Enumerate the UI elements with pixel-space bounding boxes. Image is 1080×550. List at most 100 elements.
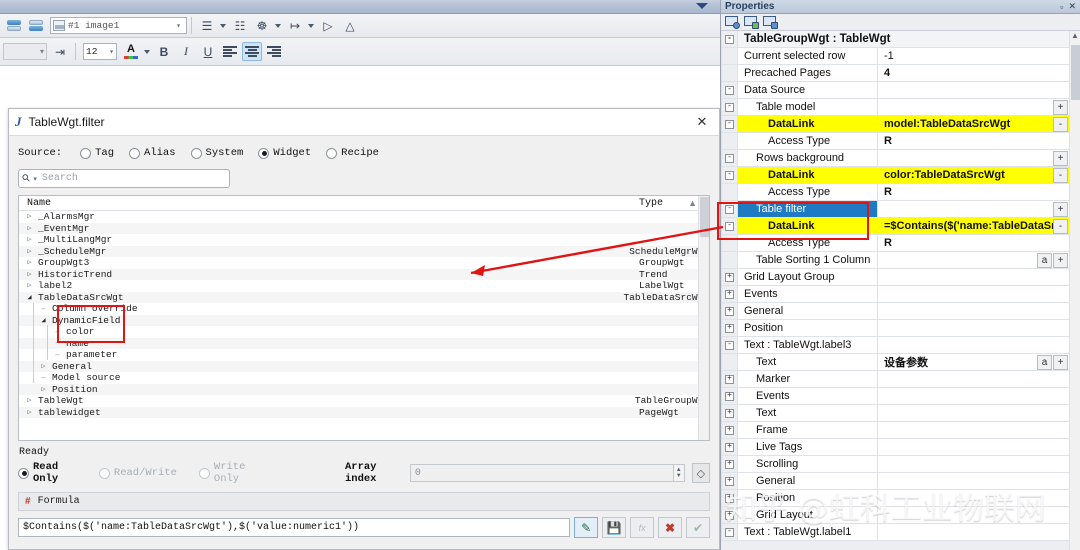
property-expander[interactable]: - bbox=[722, 337, 738, 353]
tree-row[interactable]: – Model source bbox=[19, 372, 709, 384]
tree-row[interactable]: – color bbox=[19, 326, 709, 338]
search-input[interactable]: ⚲ ▾ Search bbox=[18, 169, 230, 188]
collapse-icon[interactable]: - bbox=[725, 102, 734, 112]
tree-scrollbar[interactable] bbox=[698, 196, 709, 440]
property-value-cell[interactable] bbox=[907, 31, 1070, 47]
align-center-button[interactable] bbox=[242, 42, 262, 61]
property-value-cell[interactable]: + bbox=[878, 150, 1069, 166]
property-expander[interactable]: - bbox=[722, 99, 738, 115]
property-value-cell[interactable]: R bbox=[878, 133, 1069, 149]
chevron-down-icon[interactable]: ▾ bbox=[173, 21, 184, 31]
property-value-cell[interactable]: color:TableDataSrcWgt - bbox=[878, 167, 1069, 183]
property-row[interactable]: + Live Tags bbox=[722, 439, 1069, 456]
add-datalink-button[interactable]: + bbox=[1053, 252, 1068, 268]
tree-collapsed-icon[interactable]: ▷ bbox=[39, 362, 48, 371]
distribute-dropdown-icon[interactable] bbox=[273, 16, 282, 35]
alias-button[interactable]: a bbox=[1037, 354, 1052, 370]
property-value-cell[interactable]: -1 bbox=[878, 48, 1069, 64]
property-row[interactable]: + General bbox=[722, 303, 1069, 320]
property-expander[interactable]: + bbox=[722, 439, 738, 455]
property-value-cell[interactable] bbox=[878, 82, 1069, 98]
radio-read-write[interactable]: Read/Write bbox=[98, 467, 177, 479]
tree-row[interactable]: – name bbox=[19, 337, 709, 349]
tree-collapsed-icon[interactable]: ▷ bbox=[25, 235, 34, 244]
array-index-stepper[interactable]: ▲ ▼ bbox=[673, 464, 685, 482]
property-value-cell[interactable]: a + bbox=[878, 252, 1069, 268]
tree-collapsed-icon[interactable]: ▷ bbox=[25, 224, 34, 233]
tree-row[interactable]: ▷ _AlarmsMgr bbox=[19, 211, 709, 223]
save-formula-button[interactable]: 💾 bbox=[602, 517, 627, 538]
chevron-down-icon[interactable] bbox=[696, 3, 708, 9]
radio-source-widget[interactable]: Widget bbox=[258, 147, 311, 159]
pin-icon[interactable]: ▫ bbox=[1060, 2, 1063, 12]
image-selector-combo[interactable]: #1 image1 ▾ bbox=[50, 17, 187, 34]
add-datalink-button[interactable]: + bbox=[1053, 201, 1068, 217]
same-width-dropdown-icon[interactable] bbox=[306, 16, 315, 35]
property-expander[interactable]: + bbox=[722, 303, 738, 319]
property-expander[interactable]: - bbox=[722, 201, 738, 217]
collapse-icon[interactable]: - bbox=[725, 153, 734, 163]
align-right-button[interactable] bbox=[264, 42, 284, 61]
tree-collapsed-icon[interactable]: ▷ bbox=[39, 385, 48, 394]
property-row[interactable]: - Table model + bbox=[722, 99, 1069, 116]
scroll-up-icon[interactable]: ▲ bbox=[688, 198, 697, 208]
expand-icon[interactable]: + bbox=[725, 374, 734, 384]
property-value-cell[interactable] bbox=[878, 507, 1069, 523]
property-value-cell[interactable] bbox=[878, 422, 1069, 438]
bold-button[interactable]: B bbox=[154, 42, 174, 61]
underline-button[interactable]: U bbox=[198, 42, 218, 61]
expand-icon[interactable]: + bbox=[725, 459, 734, 469]
radio-write-only[interactable]: Write Only bbox=[198, 461, 263, 485]
property-value-cell[interactable] bbox=[878, 439, 1069, 455]
flip-icon[interactable]: ▷ bbox=[318, 16, 338, 35]
property-row[interactable]: + Position bbox=[722, 320, 1069, 337]
tree-row[interactable]: ▷ Position bbox=[19, 383, 709, 395]
property-value-cell[interactable] bbox=[878, 388, 1069, 404]
properties-scrollbar[interactable]: ▲ bbox=[1069, 31, 1080, 550]
expand-icon[interactable]: + bbox=[725, 510, 734, 520]
add-datalink-button[interactable]: + bbox=[1053, 150, 1068, 166]
property-row[interactable]: + Events bbox=[722, 286, 1069, 303]
expand-icon[interactable]: + bbox=[725, 323, 734, 333]
property-row[interactable]: + General bbox=[722, 473, 1069, 490]
fx-button[interactable]: fx bbox=[630, 517, 655, 538]
add-datalink-button[interactable]: + bbox=[1053, 354, 1068, 370]
tree-row[interactable]: ▷ _ScheduleMgr ScheduleMgrWgt bbox=[19, 245, 709, 257]
chevron-down-icon[interactable]: ▾ bbox=[33, 175, 37, 183]
property-expander[interactable]: - bbox=[722, 167, 738, 183]
property-row[interactable]: + Frame bbox=[722, 422, 1069, 439]
property-value-cell[interactable] bbox=[878, 337, 1069, 353]
property-value-cell[interactable]: R bbox=[878, 184, 1069, 200]
collapse-icon[interactable]: - bbox=[725, 221, 734, 231]
property-expander[interactable]: - bbox=[722, 150, 738, 166]
radio-source-recipe[interactable]: Recipe bbox=[326, 147, 379, 159]
edit-formula-button[interactable]: ✎ bbox=[574, 517, 599, 538]
expand-icon[interactable]: + bbox=[725, 408, 734, 418]
properties-view-icon[interactable] bbox=[725, 15, 740, 29]
property-expander[interactable]: - bbox=[722, 218, 738, 234]
tree-row[interactable]: ◢ TableDataSrcWgt TableDataSrcWgt bbox=[19, 291, 709, 303]
tree-collapsed-icon[interactable]: ▷ bbox=[25, 247, 34, 256]
tag-picker-button[interactable]: ◇ bbox=[691, 463, 711, 483]
property-row[interactable]: Table Sorting 1 Column a + bbox=[722, 252, 1069, 269]
property-expander[interactable]: + bbox=[722, 388, 738, 404]
collapse-icon[interactable]: - bbox=[725, 85, 734, 95]
tree-collapsed-icon[interactable]: ▷ bbox=[25, 212, 34, 221]
property-value-cell[interactable] bbox=[878, 286, 1069, 302]
tree-collapsed-icon[interactable]: ▷ bbox=[25, 396, 34, 405]
font-size-combo[interactable]: 12 ▾ bbox=[83, 43, 117, 60]
property-row[interactable]: + Events bbox=[722, 388, 1069, 405]
property-row[interactable]: - Data Source bbox=[722, 82, 1069, 99]
collapse-icon[interactable]: - bbox=[725, 119, 734, 129]
collapse-icon[interactable]: - bbox=[725, 34, 734, 44]
tree-expanded-icon[interactable]: ◢ bbox=[39, 316, 48, 325]
remove-datalink-button[interactable]: - bbox=[1053, 167, 1068, 183]
expand-icon[interactable]: + bbox=[725, 272, 734, 282]
property-value-cell[interactable] bbox=[878, 320, 1069, 336]
property-value-cell[interactable]: 设备参数 a + bbox=[878, 354, 1069, 370]
array-index-input[interactable]: 0 bbox=[409, 464, 674, 482]
radio-source-alias[interactable]: Alias bbox=[129, 147, 176, 159]
cancel-button[interactable]: ✖ bbox=[658, 517, 683, 538]
property-value-cell[interactable]: R bbox=[878, 235, 1069, 251]
property-value-cell[interactable]: 4 bbox=[878, 65, 1069, 81]
